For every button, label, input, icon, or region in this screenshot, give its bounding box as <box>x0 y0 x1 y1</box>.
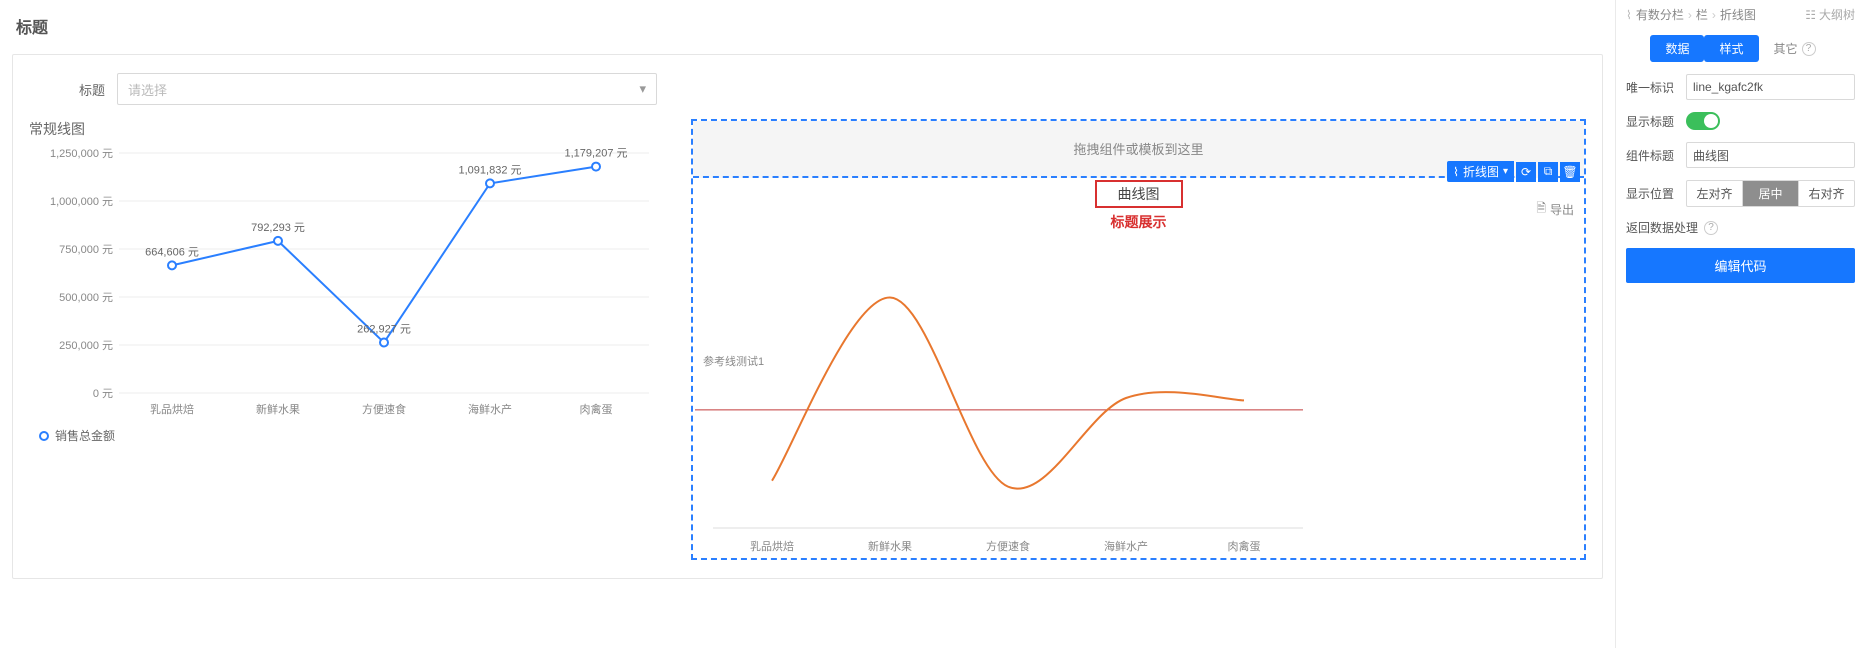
svg-text:海鲜水产: 海鲜水产 <box>468 402 512 416</box>
breadcrumb-root[interactable]: 有数分栏 <box>1636 6 1684 23</box>
svg-text:664,606 元: 664,606 元 <box>145 246 199 258</box>
edit-code-button[interactable]: 编辑代码 <box>1626 248 1855 283</box>
breadcrumb-col[interactable]: 栏 <box>1696 6 1708 23</box>
title-select-label: 标题 <box>69 80 105 99</box>
outline-tree-button[interactable]: ☷ 大纲树 <box>1805 6 1855 23</box>
svg-text:肉禽蛋: 肉禽蛋 <box>580 402 613 416</box>
title-select[interactable]: 请选择 ▾ <box>117 73 657 105</box>
component-title-box: 曲线图 <box>1095 180 1183 208</box>
help-icon[interactable]: ? <box>1704 221 1718 235</box>
show-title-label: 显示标题 <box>1626 113 1678 130</box>
legend-label: 销售总金额 <box>55 427 115 444</box>
title-demo-annotation: 标题展示 <box>693 212 1584 232</box>
tab-data[interactable]: 数据 <box>1650 35 1704 62</box>
position-label: 显示位置 <box>1626 185 1678 202</box>
breadcrumb-current: 折线图 <box>1720 6 1756 23</box>
svg-text:1,091,832 元: 1,091,832 元 <box>459 164 522 176</box>
svg-text:乳品烘焙: 乳品烘焙 <box>750 539 794 553</box>
comp-title-label: 组件标题 <box>1626 147 1678 164</box>
svg-text:新鲜水果: 新鲜水果 <box>256 402 300 416</box>
component-type-tag[interactable]: ⌇ 折线图 ▾ <box>1447 161 1514 182</box>
left-chart: 0 元 250,000 元 500,000 元 750,000 元 1,000,000 … <box>29 143 669 423</box>
svg-text:750,000 元: 750,000 元 <box>59 244 113 256</box>
svg-text:500,000 元: 500,000 元 <box>59 292 113 304</box>
show-title-toggle[interactable] <box>1686 112 1720 130</box>
help-icon[interactable]: ? <box>1802 42 1816 56</box>
export-button[interactable]: 🗎 导出 <box>1536 199 1574 220</box>
comp-title-input[interactable] <box>1686 142 1855 168</box>
svg-text:方便速食: 方便速食 <box>362 402 406 416</box>
svg-text:肉禽蛋: 肉禽蛋 <box>1228 539 1261 553</box>
svg-text:1,000,000 元: 1,000,000 元 <box>50 196 113 208</box>
right-chart: 乳品烘焙 新鲜水果 方便速食 海鲜水产 肉禽蛋 <box>693 238 1323 558</box>
line-chart-icon: ⌇ <box>1453 165 1459 179</box>
align-right-option[interactable]: 右对齐 <box>1798 181 1854 206</box>
tree-icon: ☷ <box>1805 8 1816 22</box>
align-left-option[interactable]: 左对齐 <box>1687 181 1742 206</box>
uid-label: 唯一标识 <box>1626 79 1678 96</box>
svg-text:792,293 元: 792,293 元 <box>251 222 305 234</box>
chevron-down-icon: ▾ <box>639 81 646 97</box>
export-icon: 🗎 <box>1536 199 1546 220</box>
property-panel: ⌇ 有数分栏 › 栏 › 折线图 ☷ 大纲树 数据 样式 其它 ? 唯一标识 <box>1615 0 1865 648</box>
component-type-label: 折线图 <box>1463 163 1499 180</box>
svg-text:方便速食: 方便速食 <box>986 539 1030 553</box>
copy-icon[interactable]: ⧉ <box>1538 162 1558 182</box>
selected-component-frame[interactable]: 拖拽组件或模板到这里 ⌇ 折线图 ▾ ⟳ ⧉ 🗑 曲线图 标题展示 <box>691 119 1586 560</box>
legend-marker-icon <box>39 431 49 441</box>
svg-text:262,927 元: 262,927 元 <box>357 324 411 336</box>
svg-text:1,250,000 元: 1,250,000 元 <box>50 148 113 160</box>
breadcrumb: ⌇ 有数分栏 › 栏 › 折线图 <box>1626 6 1756 23</box>
return-data-label[interactable]: 返回数据处理 <box>1626 219 1698 236</box>
title-select-placeholder: 请选择 <box>128 80 167 99</box>
export-label: 导出 <box>1550 201 1574 218</box>
chevron-down-icon: ▾ <box>1503 166 1508 177</box>
svg-text:0 元: 0 元 <box>93 388 113 400</box>
left-chart-title: 常规线图 <box>29 119 669 139</box>
align-center-option[interactable]: 居中 <box>1742 181 1798 206</box>
position-segment: 左对齐 居中 右对齐 <box>1686 180 1855 207</box>
tab-other[interactable]: 其它 ? <box>1759 35 1831 62</box>
svg-text:250,000 元: 250,000 元 <box>59 340 113 352</box>
tab-style[interactable]: 样式 <box>1704 35 1758 62</box>
svg-text:乳品烘焙: 乳品烘焙 <box>150 402 194 416</box>
reference-line-label: 参考线测试1 <box>703 353 764 369</box>
svg-text:新鲜水果: 新鲜水果 <box>868 539 912 553</box>
panel-tabs: 数据 样式 其它 ? <box>1626 35 1855 62</box>
uid-input[interactable] <box>1686 74 1855 100</box>
refresh-icon[interactable]: ⟳ <box>1516 162 1536 182</box>
left-chart-legend[interactable]: 销售总金额 <box>29 423 669 448</box>
delete-icon[interactable]: 🗑 <box>1560 162 1580 182</box>
svg-text:海鲜水产: 海鲜水产 <box>1104 539 1148 553</box>
line-chart-icon: ⌇ <box>1626 8 1632 22</box>
page-title: 标题 <box>12 8 1603 44</box>
svg-text:1,179,207 元: 1,179,207 元 <box>565 148 628 160</box>
